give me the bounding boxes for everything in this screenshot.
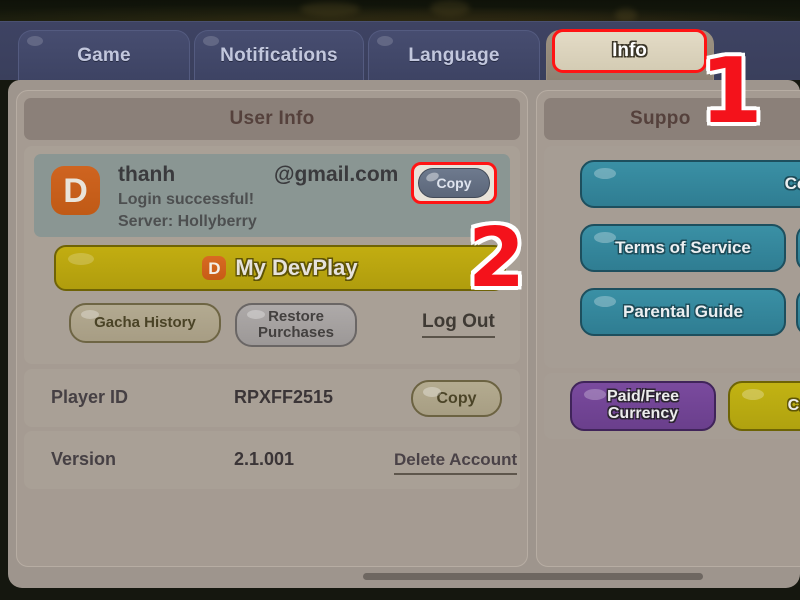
account-username: thanh	[118, 163, 176, 186]
gacha-history-button[interactable]: Gacha History	[69, 303, 221, 343]
terms-of-service-button[interactable]: Terms of Service	[580, 224, 786, 272]
parental-guide-label: Parental Guide	[623, 302, 743, 321]
button-gloss-icon	[594, 168, 616, 179]
avatar-letter: D	[63, 171, 88, 210]
home-indicator	[363, 573, 703, 580]
restore-line-1: Restore	[268, 308, 324, 326]
restore-purchases-button[interactable]: Restore Purchases	[235, 303, 357, 347]
support-title-text: Suppo	[630, 108, 691, 129]
paid-line-1: Paid/Free	[606, 388, 680, 406]
game-background	[0, 0, 800, 22]
my-devplay-button[interactable]: D My DevPlay	[54, 245, 506, 291]
button-gloss-icon	[584, 389, 606, 400]
credits-button[interactable]: Cre	[728, 381, 800, 431]
account-email-domain: @gmail.com	[274, 163, 399, 186]
user-info-title-text: User Info	[229, 108, 315, 129]
devplay-logo-icon: D	[202, 256, 227, 280]
button-gloss-icon	[594, 232, 616, 243]
settings-sheet: User Info D thanh @gmail.com Login succe…	[8, 80, 800, 588]
tab-gloss-icon	[203, 36, 219, 46]
contact-support-label: Contact S	[784, 174, 800, 193]
gacha-history-label: Gacha History	[94, 314, 196, 332]
support-panel: Suppo Contact S Terms of Service Parenta…	[536, 90, 800, 567]
paid-free-currency-label: Paid/Free Currency	[606, 388, 680, 423]
terms-of-service-label: Terms of Service	[615, 238, 751, 257]
legal-links-block: Paid/Free Currency Cre	[544, 373, 800, 439]
player-id-value: RPXFF2515	[234, 387, 334, 407]
tab-info-active-highlight[interactable]: Info	[552, 29, 707, 73]
support-buttons-block: Contact S Terms of Service Parental Guid…	[544, 146, 800, 368]
delete-account-label: Delete Account	[394, 450, 518, 469]
restore-line-2: Purchases	[258, 324, 334, 341]
parental-guide-button[interactable]: Parental Guide	[580, 288, 786, 336]
button-gloss-icon	[81, 310, 99, 319]
tab-notifications[interactable]: Notifications	[194, 30, 364, 81]
paid-line-2: Currency	[607, 405, 679, 422]
player-id-copy-label: Copy	[436, 389, 477, 407]
tab-language-label: Language	[408, 45, 500, 66]
player-id-copy-button[interactable]: Copy	[411, 380, 502, 417]
player-id-row: Player ID RPXFF2515 Copy	[24, 369, 520, 427]
step-marker-2: 2	[468, 211, 526, 306]
account-server: Server: Hollyberry	[118, 213, 257, 230]
paid-free-currency-button[interactable]: Paid/Free Currency	[570, 381, 716, 431]
contact-support-button[interactable]: Contact S	[580, 160, 800, 208]
button-gloss-icon	[594, 296, 616, 307]
tab-language[interactable]: Language	[368, 30, 540, 81]
credits-label: Cre	[787, 396, 800, 414]
user-info-title: User Info	[24, 98, 520, 140]
app-screen: Game Notifications Language Info User In…	[0, 0, 800, 600]
log-out-label: Log Out	[422, 311, 495, 332]
version-row: Version 2.1.001 Delete Account	[24, 431, 520, 489]
button-gloss-icon	[742, 389, 764, 400]
player-id-label: Player ID	[51, 387, 129, 407]
version-value: 2.1.001	[234, 449, 295, 469]
log-out-link[interactable]: Log Out	[422, 311, 495, 338]
step-marker-1: 1	[700, 39, 763, 144]
version-label: Version	[51, 449, 117, 469]
support-button-offscreen-b[interactable]	[796, 288, 800, 336]
account-copy-button[interactable]: Copy	[418, 168, 490, 198]
tab-gloss-icon	[377, 36, 393, 46]
restore-purchases-label: Restore Purchases	[258, 309, 334, 341]
account-login-status: Login successful!	[118, 191, 255, 208]
my-devplay-label: My DevPlay	[235, 255, 358, 280]
button-gloss-icon	[68, 253, 94, 265]
button-gloss-icon	[247, 310, 265, 319]
devplay-avatar-icon: D	[51, 166, 100, 215]
button-gloss-icon	[423, 387, 441, 397]
account-copy-label: Copy	[436, 175, 472, 191]
tab-notifications-label: Notifications	[220, 45, 338, 66]
tab-game-label: Game	[77, 45, 131, 66]
delete-account-link[interactable]: Delete Account	[394, 450, 518, 475]
tab-info-label: Info	[612, 40, 647, 61]
support-button-offscreen-a[interactable]	[796, 224, 800, 272]
devplay-logo-letter: D	[208, 258, 221, 278]
tab-game[interactable]: Game	[18, 30, 190, 81]
tab-gloss-icon	[27, 36, 43, 46]
